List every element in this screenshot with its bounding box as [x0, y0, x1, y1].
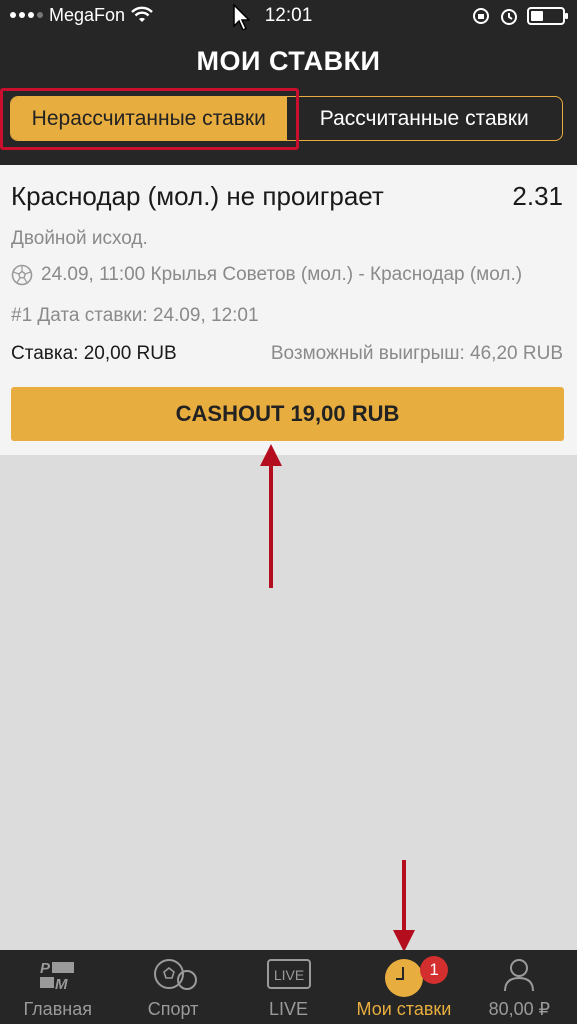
bet-card[interactable]: Краснодар (мол.) не проиграет 2.31 Двойн… [0, 165, 577, 455]
nav-my-bets-label: Мои ставки [356, 999, 452, 1019]
tab-unsettled[interactable]: Нерассчитанные ставки [11, 97, 287, 140]
pm-logo-icon: P M [39, 960, 74, 992]
nav-home-label: Главная [23, 999, 92, 1019]
bet-potential-win: Возможный выигрыш: 46,20 RUB [270, 343, 563, 364]
bet-odds: 2.31 [512, 181, 563, 211]
arrow-up-annotation [260, 444, 282, 588]
svg-text:M: M [55, 976, 68, 992]
nav-home[interactable]: P M Главная [0, 950, 115, 1024]
bet-date: #1 Дата ставки: 24.09, 12:01 [11, 305, 259, 326]
status-bar: MegaFon 12:01 [0, 0, 577, 32]
nav-sport[interactable]: Спорт [115, 950, 230, 1024]
bet-event: 24.09, 11:00 Крылья Советов (мол.) - Кра… [11, 264, 522, 286]
bottom-nav: P M Главная Спорт LIVE LIVE 1 Мои ставки [0, 950, 577, 1024]
bet-stake: Ставка: 20,00 RUB [11, 343, 177, 364]
my-bets-badge: 1 [420, 956, 449, 984]
bet-tabs: Нерассчитанные ставки Рассчитанные ставк… [10, 96, 563, 141]
bet-event-text: 24.09, 11:00 Крылья Советов (мол.) - Кра… [41, 264, 523, 285]
nav-my-bets[interactable]: 1 Мои ставки [346, 950, 461, 1024]
nav-live-label: LIVE [269, 999, 309, 1019]
svg-text:P: P [40, 960, 51, 977]
bet-market: Двойной исход. [11, 228, 148, 249]
soccer-ball-icon [11, 264, 33, 286]
alarm-icon [501, 9, 517, 25]
rotation-lock-icon [473, 8, 489, 24]
live-tv-icon: LIVE [266, 959, 311, 989]
tab-settled[interactable]: Рассчитанные ставки [287, 97, 563, 140]
nav-account[interactable]: 80,00 ₽ [462, 950, 577, 1024]
cashout-button[interactable]: CASHOUT 19,00 RUB [11, 387, 564, 441]
page-title: МОИ СТАВКИ [196, 46, 381, 76]
battery-icon [527, 7, 568, 25]
svg-text:LIVE: LIVE [273, 967, 303, 983]
arrow-down-annotation [393, 860, 415, 952]
nav-live[interactable]: LIVE LIVE [231, 950, 346, 1024]
balls-icon [154, 959, 198, 990]
clock-icon [384, 959, 423, 997]
nav-sport-label: Спорт [147, 999, 199, 1019]
bet-selection: Краснодар (мол.) не проиграет [11, 181, 384, 211]
status-right [471, 6, 568, 26]
nav-account-label: 80,00 ₽ [488, 999, 551, 1019]
user-icon [504, 959, 535, 992]
header: МОИ СТАВКИ Нерассчитанные ставки Рассчит… [0, 30, 577, 165]
